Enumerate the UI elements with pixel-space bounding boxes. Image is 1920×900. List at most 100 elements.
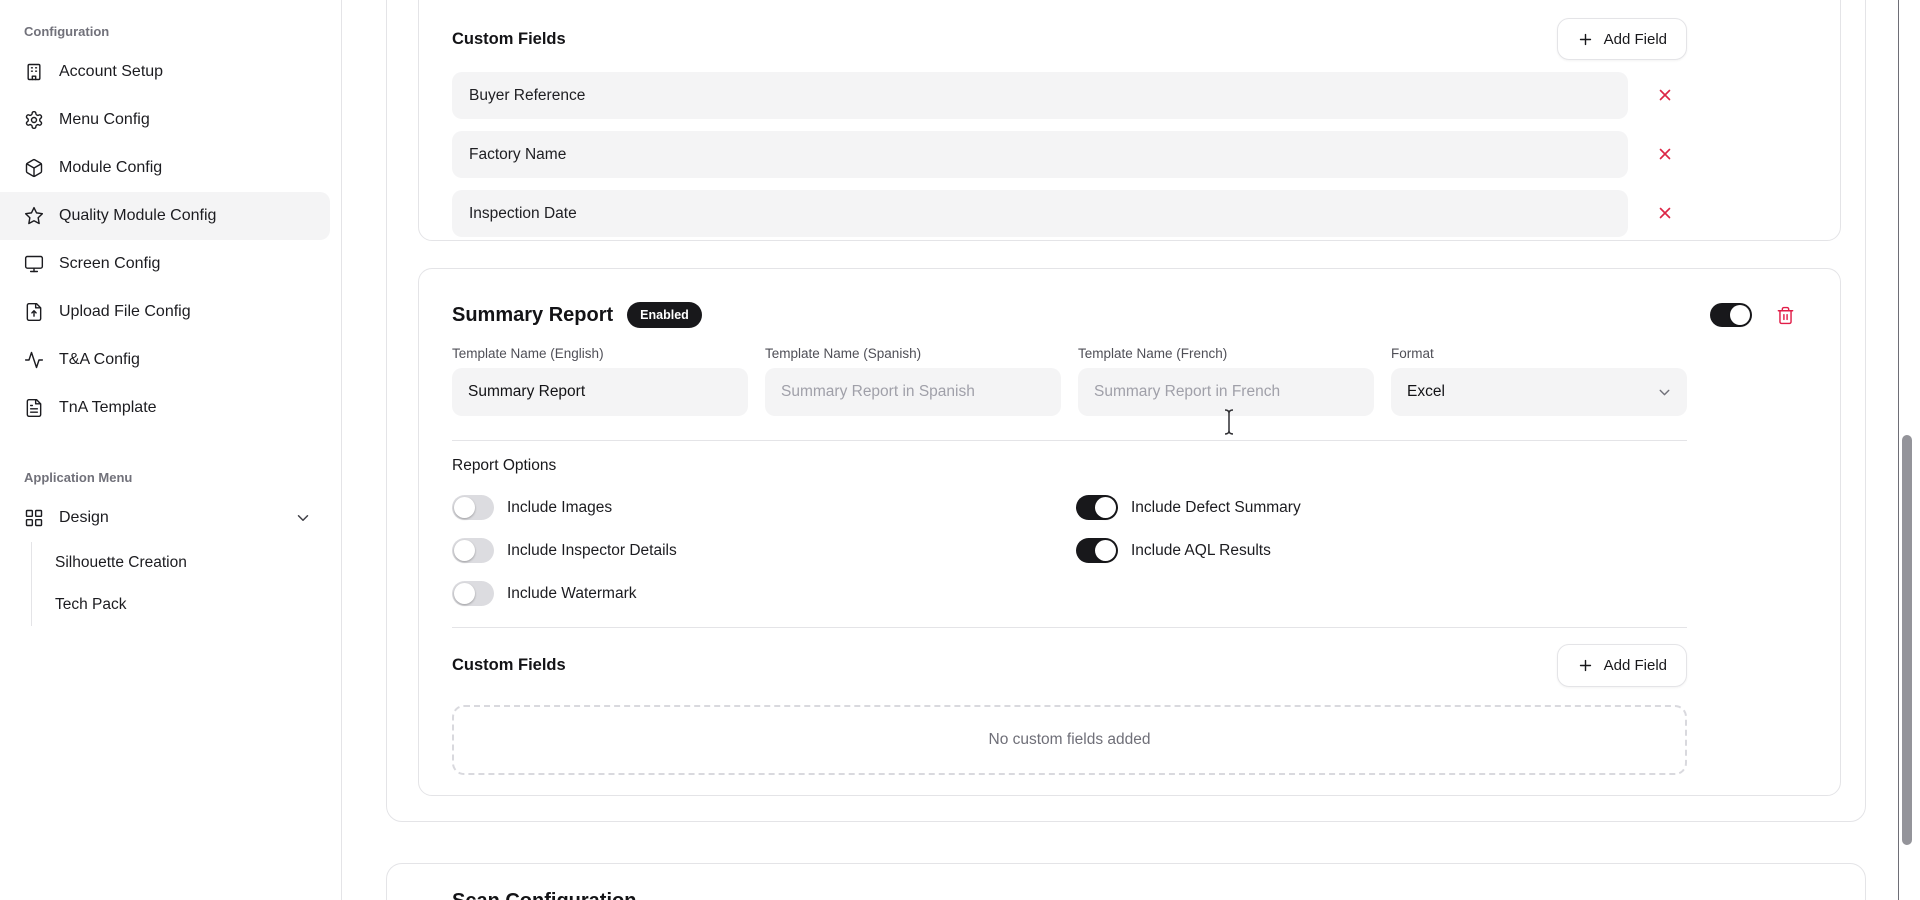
summary-report-title: Summary Report (452, 304, 613, 327)
plus-icon (1577, 657, 1594, 674)
star-icon (24, 206, 44, 226)
sidebar-item-screen-config[interactable]: Screen Config (0, 240, 330, 288)
activity-icon (24, 350, 44, 370)
sidebar-item-menu-config[interactable]: Menu Config (0, 96, 330, 144)
config-section-container: Custom Fields Add Field Buyer Reference … (386, 0, 1866, 822)
next-section-card: Scan Configuration (386, 863, 1866, 900)
chevron-down-icon[interactable] (294, 509, 312, 527)
toggle-label: Include Images (507, 499, 612, 517)
sidebar-item-label: Menu Config (59, 111, 150, 129)
include-watermark-toggle[interactable] (452, 581, 494, 606)
custom-field-row: Buyer Reference (452, 72, 1687, 119)
delete-report-button[interactable] (1776, 306, 1795, 325)
sidebar-item-design[interactable]: Design (0, 494, 330, 542)
sidebar-item-label: Design (59, 509, 109, 527)
add-field-button[interactable]: Add Field (1557, 18, 1687, 60)
toggle-label: Include Inspector Details (507, 542, 677, 560)
remove-field-button[interactable] (1656, 204, 1676, 224)
report-options-title: Report Options (452, 457, 1687, 475)
sidebar: Configuration Account Setup Menu Config … (0, 0, 342, 900)
sidebar-item-account-setup[interactable]: Account Setup (0, 48, 330, 96)
toggle-knob (1095, 497, 1116, 518)
gear-icon (24, 110, 44, 130)
enabled-badge: Enabled (627, 302, 702, 328)
divider (452, 440, 1687, 441)
toggle-knob (454, 583, 475, 604)
template-field-french: Template Name (French) (1078, 346, 1374, 416)
custom-field-value[interactable]: Inspection Date (452, 190, 1628, 237)
include-aql-results-toggle[interactable] (1076, 538, 1118, 563)
template-name-spanish-input[interactable] (765, 368, 1061, 416)
remove-field-button[interactable] (1656, 86, 1676, 106)
toggle-knob (454, 497, 475, 518)
building-icon (24, 62, 44, 82)
custom-field-value[interactable]: Factory Name (452, 131, 1628, 178)
scrollbar-thumb[interactable] (1902, 435, 1912, 845)
design-subnav: Silhouette Creation Tech Pack (31, 542, 341, 626)
summary-report-card: Summary Report Enabled Template Name (En… (418, 268, 1841, 796)
sidebar-item-label: Upload File Config (59, 303, 191, 321)
add-field-button[interactable]: Add Field (1557, 644, 1687, 687)
report-enabled-toggle[interactable] (1710, 303, 1752, 327)
x-icon (1656, 145, 1674, 163)
toggle-label: Include Defect Summary (1131, 499, 1301, 517)
sidebar-item-label: Account Setup (59, 63, 163, 81)
text-cursor (1222, 408, 1236, 441)
custom-field-row: Inspection Date (452, 190, 1687, 237)
sidebar-item-ta-config[interactable]: T&A Config (0, 336, 330, 384)
x-icon (1656, 204, 1674, 222)
sidebar-section-label-application-menu: Application Menu (24, 470, 341, 485)
sidebar-item-tna-template[interactable]: TnA Template (0, 384, 330, 432)
field-label: Format (1391, 346, 1687, 361)
toggle-row-include-aql-results: Include AQL Results (1076, 538, 1687, 563)
custom-field-row: Factory Name (452, 131, 1687, 178)
include-defect-summary-toggle[interactable] (1076, 495, 1118, 520)
sidebar-item-label: Module Config (59, 159, 162, 177)
chevron-down-icon (1656, 384, 1673, 401)
toggle-label: Include Watermark (507, 585, 637, 603)
plus-icon (1577, 31, 1594, 48)
x-icon (1656, 86, 1674, 104)
sidebar-item-quality-module-config[interactable]: Quality Module Config (0, 192, 330, 240)
sidebar-subitem-tech-pack[interactable]: Tech Pack (32, 584, 341, 626)
template-field-english: Template Name (English) (452, 346, 748, 416)
main-content: Custom Fields Add Field Buyer Reference … (343, 0, 1920, 900)
custom-fields-title: Custom Fields (452, 30, 566, 49)
format-field: Format Excel (1391, 346, 1687, 416)
sidebar-item-label: T&A Config (59, 351, 140, 369)
package-icon (24, 158, 44, 178)
sidebar-subitem-silhouette-creation[interactable]: Silhouette Creation (32, 542, 341, 584)
toggle-knob (1730, 305, 1750, 325)
report-custom-fields-title: Custom Fields (452, 656, 566, 675)
toggle-label: Include AQL Results (1131, 542, 1271, 560)
next-section-title: Scan Configuration (452, 890, 1865, 900)
field-label: Template Name (English) (452, 346, 748, 361)
include-inspector-details-toggle[interactable] (452, 538, 494, 563)
toggle-row-include-defect-summary: Include Defect Summary (1076, 495, 1687, 520)
custom-fields-card: Custom Fields Add Field Buyer Reference … (418, 0, 1841, 241)
sidebar-item-upload-file-config[interactable]: Upload File Config (0, 288, 330, 336)
remove-field-button[interactable] (1656, 145, 1676, 165)
sidebar-item-module-config[interactable]: Module Config (0, 144, 330, 192)
sidebar-section-label-configuration: Configuration (24, 24, 341, 39)
scrollbar-track-edge (1898, 0, 1899, 900)
sidebar-item-label: Screen Config (59, 255, 160, 273)
toggle-row-include-watermark: Include Watermark (452, 581, 1076, 606)
toggle-row-include-inspector-details: Include Inspector Details (452, 538, 1076, 563)
field-label: Template Name (French) (1078, 346, 1374, 361)
divider (452, 627, 1687, 628)
sidebar-item-label: Quality Module Config (59, 207, 216, 225)
toggle-row-include-images: Include Images (452, 495, 1076, 520)
template-name-english-input[interactable] (452, 368, 748, 416)
grid-icon (24, 508, 44, 528)
toggle-knob (454, 540, 475, 561)
include-images-toggle[interactable] (452, 495, 494, 520)
field-label: Template Name (Spanish) (765, 346, 1061, 361)
trash-icon (1776, 306, 1795, 325)
format-select[interactable]: Excel (1391, 368, 1687, 416)
format-select-value: Excel (1407, 383, 1445, 401)
toggle-knob (1095, 540, 1116, 561)
custom-field-value[interactable]: Buyer Reference (452, 72, 1628, 119)
file-upload-icon (24, 302, 44, 322)
template-field-spanish: Template Name (Spanish) (765, 346, 1061, 416)
